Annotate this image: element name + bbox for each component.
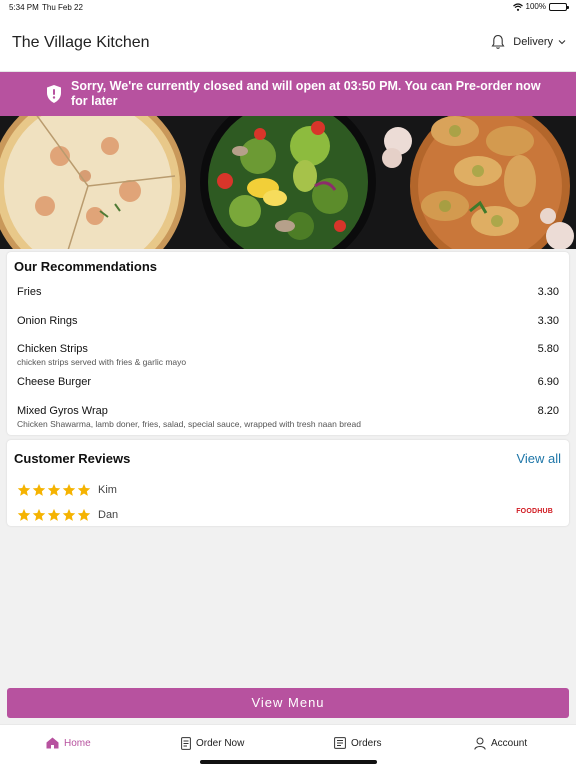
star-icon — [62, 483, 76, 496]
salad-image — [200, 116, 376, 249]
reviews-card: Customer Reviews View all Kim Dan FOODHU… — [7, 440, 569, 526]
home-icon — [46, 737, 59, 749]
app-header: The Village Kitchen Delivery — [0, 14, 576, 72]
receipt-icon — [334, 737, 346, 749]
hero-image — [0, 116, 576, 249]
star-icon — [77, 483, 91, 496]
item-name: Onion Rings — [17, 315, 78, 327]
item-price: 6.90 — [537, 376, 559, 388]
view-all-link[interactable]: View all — [516, 451, 561, 466]
review-row: Dan — [17, 508, 118, 522]
star-rating — [17, 508, 91, 522]
item-name: Chicken Strips — [17, 343, 88, 355]
header-right: Delivery — [491, 34, 566, 50]
order-icon — [181, 737, 191, 750]
item-name: Cheese Burger — [17, 376, 91, 388]
reviews-title: Customer Reviews — [14, 451, 131, 466]
tab-orders[interactable]: Orders — [334, 737, 382, 749]
bell-icon[interactable] — [491, 34, 505, 50]
pizza-image — [0, 116, 186, 249]
recommendations-title: Our Recommendations — [14, 259, 158, 274]
star-icon — [77, 508, 91, 521]
tab-label: Orders — [351, 737, 382, 749]
battery-percent: 100% — [525, 2, 546, 11]
status-right: 100% — [512, 2, 569, 11]
status-time: 5:34 PM — [9, 3, 39, 12]
item-name: Mixed Gyros Wrap — [17, 405, 108, 417]
menu-item[interactable]: Mixed Gyros Wrap Chicken Shawarma, lamb … — [17, 405, 559, 429]
item-description: chicken strips served with fries & garli… — [17, 357, 187, 367]
review-row: Kim — [17, 483, 117, 497]
tab-label: Order Now — [196, 738, 245, 749]
tab-label: Home — [64, 737, 91, 749]
star-icon — [62, 508, 76, 521]
menu-item[interactable]: Onion Rings 3.30 — [17, 315, 559, 327]
item-price: 5.80 — [537, 343, 559, 355]
tab-home[interactable]: Home — [46, 737, 91, 749]
recommendations-card: Our Recommendations Fries 3.30 Onion Rin… — [7, 252, 569, 435]
reviewer-name: Dan — [98, 509, 119, 521]
home-indicator — [200, 760, 377, 764]
user-icon — [474, 737, 486, 750]
star-icon — [47, 508, 61, 521]
menu-item[interactable]: Cheese Burger 6.90 — [17, 376, 559, 388]
item-price: 3.30 — [537, 286, 559, 298]
menu-item[interactable]: Fries 3.30 — [17, 286, 559, 298]
delivery-label: Delivery — [513, 36, 553, 48]
item-price: 8.20 — [537, 405, 559, 417]
star-icon — [32, 483, 46, 496]
delivery-selector[interactable]: Delivery — [513, 36, 566, 48]
status-date: Thu Feb 22 — [42, 3, 83, 12]
tab-order-now[interactable]: Order Now — [181, 737, 244, 750]
foodhub-logo: FOODHUB — [516, 508, 553, 515]
star-rating — [17, 483, 91, 497]
item-price: 3.30 — [537, 315, 559, 327]
restaurant-name: The Village Kitchen — [12, 34, 150, 51]
star-icon — [32, 508, 46, 521]
star-icon — [17, 508, 31, 521]
menu-item[interactable]: Chicken Strips chicken strips served wit… — [17, 343, 559, 367]
status-bar: 5:34 PM Thu Feb 22 100% — [0, 0, 576, 14]
wifi-icon — [512, 2, 523, 11]
item-name: Fries — [17, 286, 42, 298]
tab-label: Account — [491, 738, 528, 749]
shield-alert-icon — [47, 85, 61, 103]
closed-banner: Sorry, We're currently closed and will o… — [0, 72, 576, 116]
view-menu-button[interactable]: View Menu — [7, 688, 569, 718]
chevron-down-icon — [558, 40, 566, 45]
star-icon — [17, 483, 31, 496]
star-icon — [47, 483, 61, 496]
tab-account[interactable]: Account — [474, 737, 527, 750]
item-description: Chicken Shawarma, lamb doner, fries, sal… — [17, 419, 361, 429]
battery-icon — [549, 2, 569, 11]
closed-message: Sorry, We're currently closed and will o… — [71, 79, 541, 108]
reviewer-name: Kim — [98, 484, 117, 496]
